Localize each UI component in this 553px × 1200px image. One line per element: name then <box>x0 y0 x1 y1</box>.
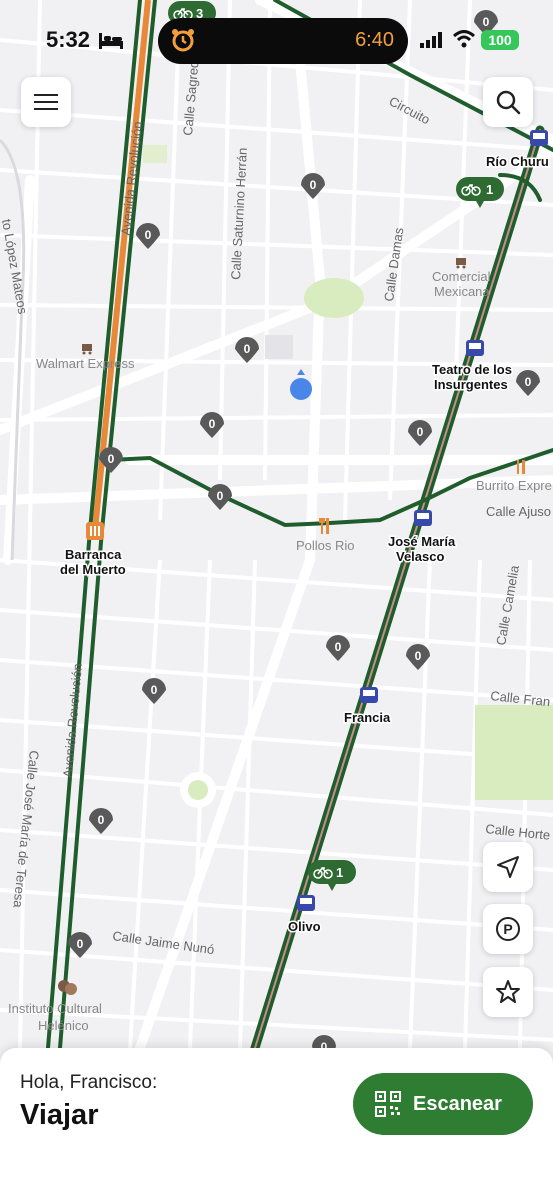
alarm-time: 6:40 <box>355 29 394 51</box>
svg-text:0: 0 <box>217 489 224 503</box>
bed-icon <box>99 33 123 54</box>
park-plaza <box>304 278 364 318</box>
menu-icon <box>34 94 58 110</box>
svg-text:0: 0 <box>310 178 317 192</box>
bottom-sheet[interactable]: Hola, Francisco: Viajar Escanear <box>0 1048 553 1200</box>
place-label-walmart: Walmart Express <box>36 356 135 371</box>
svg-text:0: 0 <box>209 417 216 431</box>
place-label-instituto-2: Helénico <box>38 1018 89 1033</box>
station-label-barranca-1: Barranca <box>65 547 122 562</box>
svg-text:0: 0 <box>77 937 84 951</box>
svg-text:0: 0 <box>525 375 532 389</box>
station-label-teatro-1: Teatro de los <box>432 362 512 377</box>
search-icon <box>496 90 521 115</box>
bus-station-icon[interactable] <box>297 895 315 911</box>
svg-text:0: 0 <box>98 813 105 827</box>
scan-button-label: Escanear <box>413 1092 502 1115</box>
svg-text:0: 0 <box>108 452 115 466</box>
parking-icon: P <box>496 917 520 941</box>
search-button[interactable] <box>483 77 533 127</box>
svg-text:0: 0 <box>145 228 152 242</box>
dynamic-island[interactable]: 6:40 <box>158 18 408 64</box>
bus-station-icon[interactable] <box>360 687 378 703</box>
locate-button[interactable] <box>483 842 533 892</box>
station-label-olivo: Olivo <box>288 919 321 934</box>
signal-icon <box>420 32 444 53</box>
place-label-burrito: Burrito Expre <box>476 478 552 493</box>
svg-text:1: 1 <box>486 182 493 197</box>
place-label-instituto-1: Instituto Cultural <box>8 1001 102 1016</box>
bus-station-icon[interactable] <box>466 340 484 356</box>
place-label-comercial-1: Comercial <box>432 269 491 284</box>
app-screen: Avenida Revolución Avenida Revolución Ca… <box>0 0 553 1200</box>
block-gray <box>265 335 293 359</box>
park-right <box>475 705 553 800</box>
alarm-icon <box>170 27 196 58</box>
greeting-text: Hola, Francisco: <box>20 1072 158 1093</box>
place-label-pollos-rio: Pollos Rio <box>296 538 355 553</box>
battery-level: 100 <box>488 32 512 48</box>
location-dot <box>290 378 312 400</box>
navigation-arrow-icon <box>497 856 519 878</box>
station-label-francia: Francia <box>344 710 391 725</box>
scan-button[interactable]: Escanear <box>353 1073 533 1135</box>
bus-station-icon[interactable] <box>414 510 432 526</box>
svg-text:0: 0 <box>417 425 424 439</box>
parking-button[interactable]: P <box>483 904 533 954</box>
metro-station-icon <box>86 522 104 540</box>
status-bar: 5:32 6:40 100 <box>0 0 553 80</box>
station-label-jose-1: José María <box>388 534 456 549</box>
station-label-jose-2: Velasco <box>396 549 444 564</box>
svg-text:0: 0 <box>151 683 158 697</box>
svg-text:1: 1 <box>336 865 343 880</box>
qr-code-icon <box>375 1091 401 1117</box>
svg-text:0: 0 <box>244 342 251 356</box>
station-label-barranca-2: del Muerto <box>60 562 126 577</box>
sheet-title: Viajar <box>20 1099 99 1131</box>
svg-text:0: 0 <box>335 640 342 654</box>
status-time: 5:32 <box>46 27 91 52</box>
svg-text:0: 0 <box>415 649 422 663</box>
place-label-comercial-2: Mexicana <box>434 284 490 299</box>
street-label-ajuso: Calle Ajuso <box>486 504 551 519</box>
star-icon <box>496 980 520 1003</box>
battery-icon: 100 <box>481 30 519 50</box>
svg-text:P: P <box>503 921 512 937</box>
park-small <box>143 145 167 163</box>
map-view[interactable]: Avenida Revolución Avenida Revolución Ca… <box>0 0 553 1200</box>
favorites-button[interactable] <box>483 967 533 1017</box>
wifi-icon <box>452 30 476 53</box>
roundabout-center <box>188 780 208 800</box>
station-label-rio-churu: Río Churu <box>486 154 549 169</box>
menu-button[interactable] <box>21 77 71 127</box>
station-label-teatro-2: Insurgentes <box>434 377 508 392</box>
bus-station-icon[interactable] <box>530 130 548 146</box>
